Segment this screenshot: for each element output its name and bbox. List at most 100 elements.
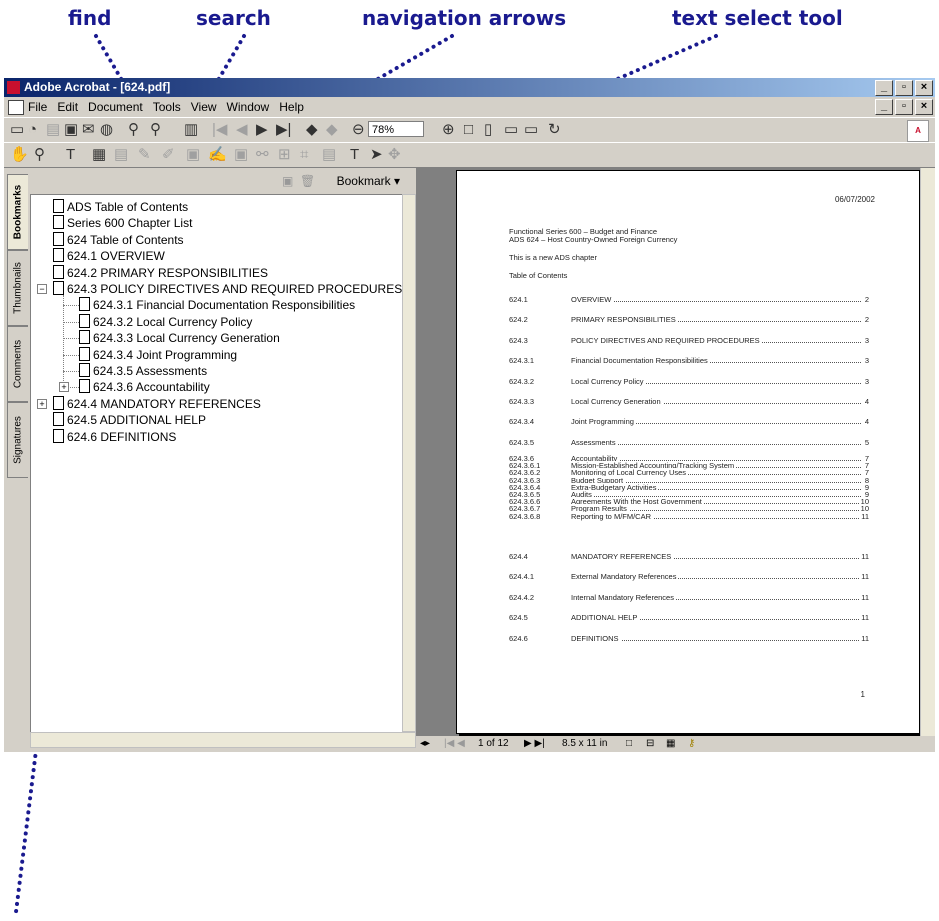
stamp-tool-icon[interactable]: ▣ [186, 147, 200, 163]
highlight-tool-icon[interactable]: ✐ [162, 147, 175, 163]
toc-row: 624.5 ADDITIONAL HELP 11 [509, 613, 869, 623]
menu-help[interactable]: Help [279, 100, 304, 114]
last-page-icon[interactable]: ▶| [276, 122, 291, 138]
doc-restore-button[interactable]: ▫ [895, 99, 913, 115]
bookmark-item[interactable]: 624.3 POLICY DIRECTIVES AND REQUIRED PRO… [53, 281, 402, 297]
markup-tool-icon[interactable]: ✍ [208, 147, 227, 163]
continuous-icon[interactable]: ⊟ [646, 738, 654, 749]
maximize-button[interactable]: ▫ [895, 80, 913, 96]
status-first-page-icon[interactable]: |◀ ◀ [444, 738, 465, 749]
menu-view[interactable]: View [191, 100, 217, 114]
bookmark-vertical-scrollbar[interactable] [402, 194, 416, 732]
bookmark-item[interactable]: Series 600 Chapter List [53, 215, 192, 231]
form-tool-icon[interactable]: ▣ [234, 147, 248, 163]
tab-bookmarks[interactable]: Bookmarks [7, 174, 28, 250]
expand-toggle-icon[interactable]: + [37, 398, 47, 409]
next-page-icon[interactable]: ▶ [256, 122, 268, 138]
single-page-icon[interactable]: □ [626, 738, 632, 749]
select-pointer-icon[interactable]: ➤ [370, 147, 383, 163]
navigation-pane-toggle-icon[interactable]: ◂▸ [420, 738, 430, 749]
bookmark-horizontal-scrollbar[interactable] [30, 732, 416, 748]
tab-signatures[interactable]: Signatures [7, 402, 28, 478]
touchup-text-icon[interactable]: T [66, 147, 75, 163]
bookmark-item[interactable]: 624.6 DEFINITIONS [53, 428, 176, 445]
first-page-icon[interactable]: |◀ [212, 122, 227, 138]
status-next-last-icon[interactable]: ▶ ▶| [524, 738, 545, 749]
bookmark-label: 624.3.4 Joint Programming [93, 347, 238, 362]
bookmark-item[interactable]: 624.3.1 Financial Documentation Responsi… [79, 297, 355, 313]
document-icon[interactable] [8, 100, 24, 115]
fit-visible-icon[interactable]: ▭ [524, 122, 538, 138]
open-icon[interactable]: ▭ [10, 122, 24, 138]
page-of-field[interactable]: 1 of 12 [478, 738, 509, 749]
bookmark-item[interactable]: 624 Table of Contents [53, 231, 184, 248]
bookmark-item[interactable]: ADS Table of Contents [53, 199, 188, 215]
bookmark-item[interactable]: 624.1 OVERVIEW [53, 248, 165, 264]
bookmark-item[interactable]: 624.5 ADDITIONAL HELP [53, 412, 206, 428]
tab-comments[interactable]: Comments [7, 326, 28, 402]
go-back-icon[interactable]: ◆ [306, 122, 318, 138]
print-icon[interactable]: ▣ [64, 122, 78, 138]
hand-tool-icon[interactable]: ✋ [10, 147, 29, 163]
delete-bookmark-icon[interactable]: 🗑 [300, 174, 315, 188]
menu-file[interactable]: File [28, 100, 47, 114]
bookmark-menu-button[interactable]: Bookmark ▾ [337, 174, 400, 188]
graphics-select-icon[interactable]: ▦ [92, 147, 106, 163]
previous-page-icon[interactable]: ◀ [236, 122, 248, 138]
doc-minimize-button[interactable]: _ [875, 99, 893, 115]
document-vertical-scrollbar[interactable] [920, 168, 935, 736]
bookmark-item[interactable]: 624.3.4 Joint Programming [79, 346, 238, 363]
rotate-view-icon[interactable]: ↻ [548, 122, 561, 138]
fit-width-icon[interactable]: ▭ [504, 122, 518, 138]
bookmark-item[interactable]: 624.2 PRIMARY RESPONSIBILITIES [53, 264, 268, 281]
minimize-button[interactable]: _ [875, 80, 893, 96]
touchup-object-icon[interactable]: ✥ [388, 147, 401, 163]
zoom-level-field[interactable]: 78% [368, 121, 424, 137]
bookmark-page-icon [79, 379, 90, 394]
text-select-tool-icon[interactable]: T [350, 147, 359, 163]
menu-window[interactable]: Window [227, 100, 270, 114]
go-forward-icon[interactable]: ◆ [326, 122, 338, 138]
new-bookmark-icon[interactable]: ▣ [282, 174, 293, 188]
link-tool-icon[interactable]: ⚯ [256, 147, 269, 163]
pencil-tool-icon[interactable]: ✎ [138, 147, 151, 163]
note-tool-icon[interactable]: ▤ [114, 147, 128, 163]
close-button[interactable]: × [915, 80, 933, 96]
zoom-tool-icon[interactable]: ⚲ [34, 147, 45, 163]
bookmark-item[interactable]: 624.3.6 Accountability [79, 379, 210, 395]
fit-page-icon[interactable]: ▯ [484, 122, 492, 138]
toc-page-number: 4 [862, 417, 869, 427]
menu-tools[interactable]: Tools [153, 100, 181, 114]
tab-thumbnails[interactable]: Thumbnails [7, 250, 28, 326]
web-capture-icon[interactable]: ◍ [100, 122, 113, 138]
bookmark-item[interactable]: 624.3.3 Local Currency Generation [79, 330, 280, 346]
bookmark-page-icon [53, 231, 64, 246]
zoom-out-icon[interactable]: ⊖ [352, 122, 365, 138]
page-number: 1 [860, 690, 865, 699]
crop-tool-icon[interactable]: ⌗ [300, 147, 308, 163]
actual-size-icon[interactable]: □ [464, 122, 473, 138]
document-pane: 06/07/2002 Functional Series 600 – Budge… [416, 168, 935, 752]
save-icon[interactable]: ▤ [46, 122, 60, 138]
expand-toggle-icon[interactable]: + [59, 382, 69, 393]
movie-tool-icon[interactable]: ▤ [322, 147, 336, 163]
doc-close-button[interactable]: × [915, 99, 933, 115]
menu-document[interactable]: Document [88, 100, 143, 114]
bookmark-item[interactable]: 624.3.5 Assessments [79, 363, 207, 379]
menu-edit[interactable]: Edit [57, 100, 78, 114]
search-icon[interactable]: ⚲ [150, 122, 161, 138]
bookmark-item[interactable]: 624.3.2 Local Currency Policy [79, 313, 252, 330]
show-hide-navigation-icon[interactable]: ▥ [184, 122, 198, 138]
bookmark-tree[interactable]: ADS Table of Contents Series 600 Chapter … [30, 194, 404, 734]
find-icon[interactable]: ⚲ [128, 122, 139, 138]
zoom-in-icon[interactable]: ⊕ [442, 122, 455, 138]
collapse-toggle-icon[interactable]: − [37, 284, 47, 294]
tab-bookmarks-label: Bookmarks [12, 184, 24, 240]
email-icon[interactable]: ✉ [82, 122, 95, 138]
article-tool-icon[interactable]: ⊞ [278, 147, 291, 163]
bookmark-item[interactable]: 624.4 MANDATORY REFERENCES [53, 395, 261, 412]
pdf-page[interactable]: 06/07/2002 Functional Series 600 – Budge… [456, 170, 920, 734]
web-open-icon[interactable]: ◔ [28, 122, 37, 138]
toc-number: 624.3.4 [509, 417, 535, 427]
facing-pages-icon[interactable]: ▦ [666, 738, 675, 749]
